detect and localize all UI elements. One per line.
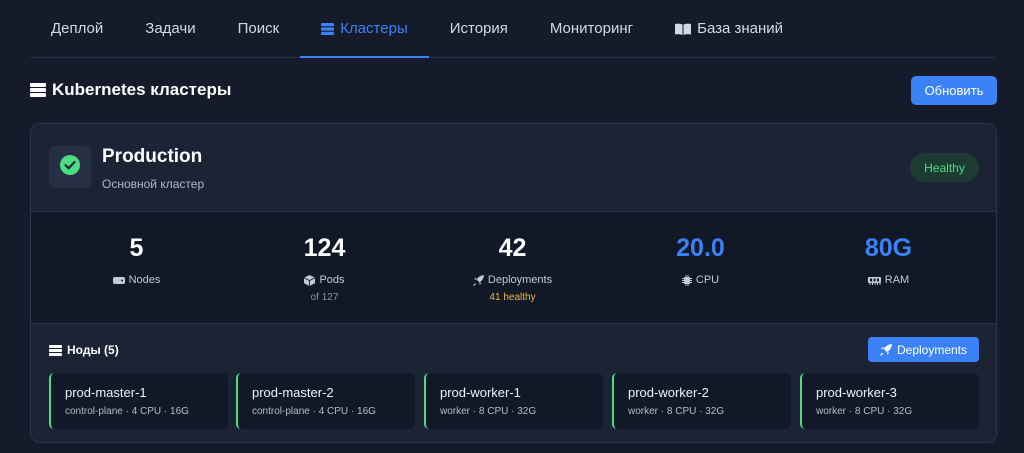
nodes-title: Ноды (5) (49, 343, 119, 357)
metric-label-text: CPU (695, 274, 720, 286)
node-meta: worker · 8 CPU · 32G (440, 406, 537, 417)
server-icon (112, 276, 125, 285)
rocket-icon (880, 343, 892, 356)
cube-icon (304, 274, 316, 286)
nodes-title-text: Ноды (5) (67, 343, 119, 357)
node-meta: control-plane · 4 CPU · 16G (252, 406, 376, 417)
metric-sub: 41 healthy (489, 292, 536, 303)
metric-value: 20.0 (676, 234, 725, 262)
node-name: prod-master-1 (65, 385, 147, 400)
deployments-button[interactable]: Deployments (868, 337, 979, 362)
node-name: prod-master-2 (252, 385, 334, 400)
metric-deployments: 42 Deployments 41 healthy (419, 212, 606, 323)
tab-label: Задачи (145, 20, 196, 37)
main-tabs: Деплой Задачи Поиск Кластеры История Мон… (30, 0, 996, 58)
cluster-metrics: 5 Nodes 124 Pods of 127 42 Deployments 4… (31, 212, 996, 324)
metric-label-text: Nodes (128, 274, 161, 286)
server-icon (321, 22, 335, 35)
node-name: prod-worker-2 (628, 385, 709, 400)
metric-nodes: 5 Nodes (43, 212, 230, 323)
metric-label: CPU (607, 274, 794, 286)
rocket-icon (472, 274, 484, 286)
memory-icon (867, 276, 881, 285)
tab-history[interactable]: История (429, 0, 529, 57)
metric-label: RAM (795, 274, 982, 286)
deployments-button-label: Deployments (896, 342, 968, 357)
node-card[interactable]: prod-worker-2 worker · 8 CPU · 32G (612, 373, 791, 429)
status-badge: Healthy (910, 153, 979, 182)
tab-label: База знаний (697, 20, 784, 37)
chip-icon (681, 274, 692, 286)
node-name: prod-worker-3 (816, 385, 897, 400)
metric-sub: of 127 (310, 292, 339, 303)
metric-value: 42 (498, 234, 527, 262)
section-title-text: Kubernetes кластеры (52, 80, 232, 99)
tab-label: Поиск (237, 20, 280, 37)
metric-label-text: Deployments (487, 274, 553, 286)
node-card[interactable]: prod-master-1 control-plane · 4 CPU · 16… (49, 373, 228, 429)
metric-label: Deployments (419, 274, 606, 286)
node-card[interactable]: prod-worker-3 worker · 8 CPU · 32G (800, 373, 979, 429)
node-name: prod-worker-1 (440, 385, 521, 400)
server-icon (49, 344, 62, 356)
tab-knowledge-base[interactable]: База знаний (654, 0, 804, 57)
tab-label: Кластеры (340, 20, 408, 37)
tab-monitoring[interactable]: Мониторинг (529, 0, 654, 57)
metric-pods: 124 Pods of 127 (231, 212, 418, 323)
tab-deploy[interactable]: Деплой (30, 0, 124, 57)
metric-label: Nodes (43, 274, 230, 286)
metric-value: 80G (864, 234, 913, 262)
check-circle-icon (60, 154, 80, 180)
metric-value: 124 (303, 234, 346, 262)
tab-clusters[interactable]: Кластеры (300, 0, 429, 58)
node-card[interactable]: prod-master-2 control-plane · 4 CPU · 16… (236, 373, 415, 429)
node-meta: worker · 8 CPU · 32G (628, 406, 725, 417)
cluster-header: Production Основной кластер Healthy (31, 124, 996, 212)
metric-cpu: 20.0 CPU (607, 212, 794, 323)
cluster-card: Production Основной кластер Healthy 5 No… (30, 123, 997, 443)
tab-label: Мониторинг (549, 20, 634, 37)
cluster-status-icon-box (49, 146, 91, 188)
metric-label-text: Pods (319, 274, 345, 286)
node-meta: control-plane · 4 CPU · 16G (65, 406, 189, 417)
metric-label-text: RAM (884, 274, 910, 286)
cluster-name: Production (102, 146, 203, 167)
tab-label: Деплой (51, 20, 104, 37)
section-title: Kubernetes кластеры (30, 80, 231, 100)
metric-ram: 80G RAM (795, 212, 982, 323)
tab-search[interactable]: Поиск (217, 0, 301, 57)
tab-tasks[interactable]: Задачи (124, 0, 216, 57)
metric-value: 5 (129, 234, 144, 262)
metric-label: Pods (231, 274, 418, 286)
node-meta: worker · 8 CPU · 32G (816, 406, 913, 417)
node-card[interactable]: prod-worker-1 worker · 8 CPU · 32G (424, 373, 603, 429)
cluster-description: Основной кластер (102, 177, 205, 191)
tab-label: История (449, 20, 508, 37)
book-icon (675, 23, 692, 35)
server-icon (30, 83, 46, 97)
refresh-button[interactable]: Обновить (911, 76, 997, 105)
